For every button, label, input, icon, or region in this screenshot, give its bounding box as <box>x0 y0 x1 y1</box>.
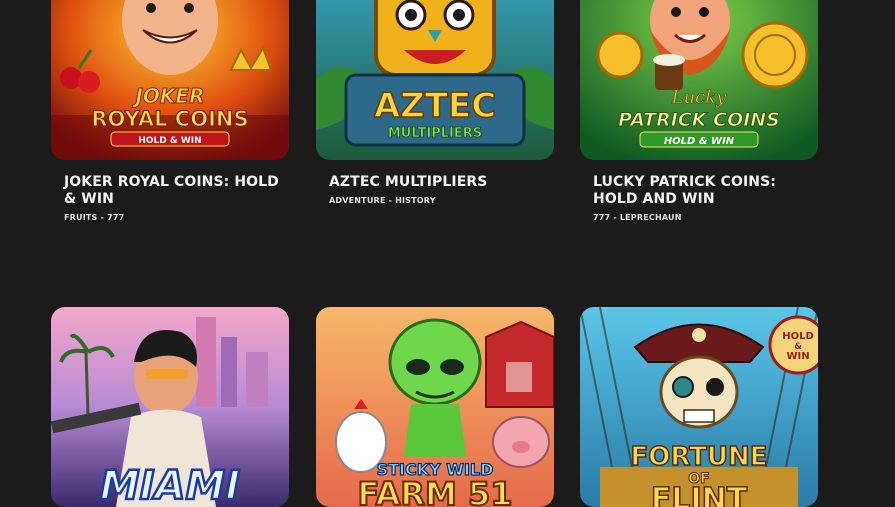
tag-separator: - <box>100 213 105 222</box>
tag-separator: - <box>613 213 617 222</box>
game-card-fortune-of-flint[interactable]: HOLD & WIN FORTUNE OF FLINT <box>580 307 818 507</box>
game-tags: FRUITS -777 <box>64 213 289 222</box>
logo-line-1: Lucky <box>671 87 728 108</box>
tag: ADVENTURE <box>329 196 386 205</box>
logo-line-3: FLINT <box>651 482 748 507</box>
game-thumbnail[interactable]: AZTEC MULTIPLIERS <box>316 0 554 160</box>
logo-line-1: MIAMI <box>100 463 240 507</box>
miami-logo: MIAMI <box>99 462 242 507</box>
logo-line-2: FARM 51 <box>357 475 512 507</box>
game-thumbnail[interactable]: MIAMI <box>51 307 289 507</box>
game-card-lucky-patrick-coins[interactable]: Lucky PATRICK COINS HOLD & WIN Lucky Pat… <box>580 0 818 222</box>
game-tags: ADVENTURE - HISTORY <box>329 196 554 205</box>
tag: HISTORY <box>395 196 436 205</box>
game-thumbnail[interactable]: STICKY WILD FARM 51 <box>316 307 554 507</box>
badge-line-3: WIN <box>786 351 809 362</box>
game-thumbnail[interactable]: JOKER ROYAL COINS HOLD & WIN <box>51 0 289 160</box>
tag: 777 <box>593 213 611 222</box>
game-title[interactable]: Lucky Patrick Coins: Hold and Win <box>593 174 808 208</box>
game-thumbnail[interactable]: HOLD & WIN FORTUNE OF FLINT <box>580 307 818 507</box>
game-title[interactable]: Aztec Multipliers <box>329 174 544 191</box>
game-thumbnail[interactable]: Lucky PATRICK COINS HOLD & WIN <box>580 0 818 160</box>
badge-line-1: HOLD <box>782 331 814 342</box>
game-card-aztec-multipliers[interactable]: AZTEC MULTIPLIERS Aztec Multipliers ADVE… <box>316 0 554 205</box>
logo-line-2: ROYAL COINS <box>91 107 248 131</box>
tag: 777 <box>107 213 125 222</box>
logo-line-2: PATRICK COINS <box>618 109 780 131</box>
flint-logo: HOLD & WIN FORTUNE OF FLINT <box>630 331 814 507</box>
joker-logo: JOKER ROYAL COINS HOLD & WIN <box>91 84 249 147</box>
tag-separator: - <box>388 196 393 205</box>
game-card-joker-royal-coins[interactable]: JOKER ROYAL COINS HOLD & WIN Joker Royal… <box>51 0 289 222</box>
game-title[interactable]: Joker Royal Coins: Hold & Win <box>64 174 279 208</box>
patrick-logo: Lucky PATRICK COINS HOLD & WIN <box>618 87 780 148</box>
logo-line-1: AZTEC <box>374 86 496 126</box>
aztec-logo: AZTEC MULTIPLIERS <box>373 85 497 141</box>
farm-logo: STICKY WILD FARM 51 <box>356 459 513 507</box>
logo-line-3: HOLD & WIN <box>664 136 735 147</box>
game-card-sticky-wild-farm-51[interactable]: STICKY WILD FARM 51 <box>316 307 554 507</box>
game-card-miami[interactable]: MIAMI <box>51 307 289 507</box>
tag: LEPRECHAUN <box>619 213 682 222</box>
logo-line-2: MULTIPLIERS <box>388 126 482 141</box>
logo-line-1: JOKER <box>131 84 204 108</box>
tag: FRUITS <box>64 213 98 222</box>
logo-line-1: FORTUNE <box>630 442 767 472</box>
game-tags: 777- LEPRECHAUN <box>593 213 818 222</box>
logo-line-3: HOLD & WIN <box>138 136 201 146</box>
